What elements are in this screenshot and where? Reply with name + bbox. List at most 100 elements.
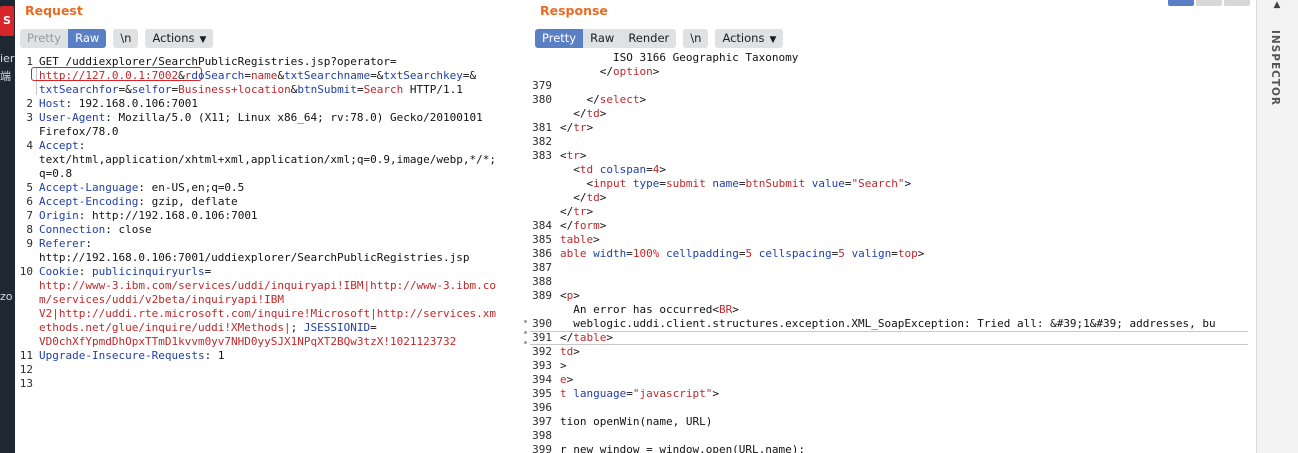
code-token: > <box>579 149 587 162</box>
code-line: 391 </table> <box>530 331 1256 345</box>
code-token: 5 <box>745 247 759 260</box>
code-token: http://192.168.0.106:7001/uddiexplorer/S… <box>39 251 470 264</box>
code-token: Business+location <box>178 83 291 96</box>
layout-vertical-icon[interactable] <box>1224 0 1250 6</box>
line-number: 384 <box>532 219 552 232</box>
code-line: 398 <box>530 429 1256 443</box>
code-line: 10 Cookie: publicinquiryurls= <box>15 265 527 279</box>
line-number: 3 <box>26 111 33 124</box>
code-line: 8 Connection: close <box>15 223 527 237</box>
code-token: form <box>573 219 600 232</box>
code-line: VD0chXfYpmdDhOpxTTmD1kvvm0yv7NHD0yySJX1N… <box>15 335 527 349</box>
line-number: 5 <box>26 181 33 194</box>
code-token: "Search" <box>851 177 905 190</box>
response-actions-button[interactable]: Actions ▼ <box>715 28 784 48</box>
code-text: <p> <box>560 289 580 303</box>
code-token: publicinquiryurls <box>92 265 205 278</box>
code-line: 9 Referer: <box>15 237 527 251</box>
code-line: q=0.8 <box>15 167 527 181</box>
code-token: = <box>204 265 212 278</box>
code-token: Search <box>363 83 404 96</box>
code-token: table <box>560 233 594 246</box>
code-token: type <box>632 177 660 190</box>
code-text: Firefox/78.0 <box>39 125 118 139</box>
code-token: cellpadding <box>666 247 739 260</box>
code-token: BR <box>718 303 733 316</box>
request-tab-pretty[interactable]: Pretty <box>20 28 69 48</box>
code-token: Referer <box>39 237 86 250</box>
code-line: 396 <box>530 401 1256 415</box>
request-actions-button[interactable]: Actions ▼ <box>145 28 214 48</box>
line-number: 379 <box>532 79 552 92</box>
code-text: VD0chXfYpmdDhOpxTTmD1kvvm0yv7NHD0yySJX1N… <box>39 335 456 349</box>
code-token: txtSearchkey <box>383 69 463 82</box>
request-newline-toggle[interactable]: \n <box>113 28 139 48</box>
code-token: t <box>560 387 574 400</box>
line-number: 394 <box>532 373 552 386</box>
code-token: btnSubmit <box>297 83 357 96</box>
code-token: doSearch <box>191 69 245 82</box>
code-token: name <box>712 177 739 190</box>
response-tab-pretty[interactable]: Pretty <box>535 28 584 48</box>
code-token: Accept-Language <box>39 181 139 194</box>
code-token: cellspacing <box>758 247 832 260</box>
code-token: td <box>586 191 600 204</box>
line-number: 13 <box>19 377 33 390</box>
code-line: 393 > <box>530 359 1256 373</box>
inspector-label[interactable]: INSPECTOR <box>1269 30 1281 106</box>
code-token: top <box>897 247 918 260</box>
code-token: Upgrade-Insecure-Requests <box>39 349 205 362</box>
code-text: ISO 3166 Geographic Taxonomy <box>560 51 798 65</box>
code-text: http://127.0.0.1:7002&rdoSearch=name&txt… <box>39 69 476 83</box>
code-token: </ <box>560 205 574 218</box>
code-line: 399 r new window = window.open(URL,name); <box>530 443 1256 453</box>
code-token: > <box>586 121 594 134</box>
code-token: > <box>573 289 580 302</box>
code-token: ethods.net/glue/inquire/uddi!XMethods| <box>39 321 291 334</box>
code-text: > <box>560 359 567 373</box>
code-token: An error has occurred< <box>560 303 719 316</box>
request-pane: Request Pretty Raw \n Actions ▼ 1 GET /udd… <box>15 0 527 453</box>
code-line: 387 <box>530 261 1256 275</box>
pane-splitter-handle[interactable] <box>523 320 527 344</box>
layout-horizontal-icon[interactable] <box>1196 0 1222 6</box>
code-token: language <box>573 387 627 400</box>
response-tab-render[interactable]: Render <box>621 28 677 48</box>
code-token: Accept-Encoding <box>39 195 139 208</box>
code-line: 395 t language="javascript"> <box>530 387 1256 401</box>
line-number: 395 <box>532 387 552 400</box>
request-editor[interactable]: 1 GET /uddiexplorer/SearchPublicRegistrie… <box>15 53 527 453</box>
request-tab-raw[interactable]: Raw <box>68 28 107 48</box>
code-line: 382 <box>530 135 1256 149</box>
code-text: <tr> <box>560 149 587 163</box>
code-token: HTTP/1.1 <box>403 83 463 96</box>
layout-side-by-side-icon[interactable] <box>1168 0 1194 6</box>
code-token: width <box>593 247 627 260</box>
code-token: txtSearchname <box>284 69 371 82</box>
response-editor[interactable]: ISO 3166 Geographic Taxonomy </option> 37… <box>530 51 1256 453</box>
code-token: > <box>599 219 607 232</box>
response-tab-raw[interactable]: Raw <box>583 28 622 48</box>
line-number: 385 <box>532 233 552 246</box>
chevron-up-icon[interactable]: ▲ <box>1267 0 1287 14</box>
code-line: 389 <p> <box>530 289 1256 303</box>
line-number: 386 <box>532 247 552 260</box>
request-actions-label: Actions <box>152 30 195 45</box>
code-token: 100% <box>632 247 666 260</box>
code-line: ethods.net/glue/inquire/uddi!XMethods|; … <box>15 321 527 335</box>
layout-view-toggles <box>1168 0 1250 6</box>
code-line: 388 <box>530 275 1256 289</box>
inspector-panel[interactable]: ▲ INSPECTOR <box>1256 0 1298 453</box>
code-text: </table> <box>560 331 613 345</box>
line-number: 8 <box>26 223 33 236</box>
code-line: 385 table> <box>530 233 1256 247</box>
code-line: 5 Accept-Language: en-US,en;q=0.5 <box>15 181 527 195</box>
code-token: </ <box>560 191 587 204</box>
code-token: = <box>626 247 633 260</box>
response-newline-toggle[interactable]: \n <box>683 28 709 48</box>
code-token: < <box>560 163 580 176</box>
code-token: > <box>659 163 666 176</box>
line-number: 398 <box>532 429 552 442</box>
code-token: Accept <box>39 139 79 152</box>
code-text: Referer: <box>39 237 92 251</box>
